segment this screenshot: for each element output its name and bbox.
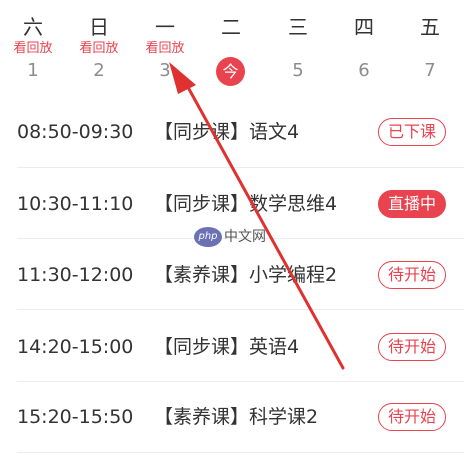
divider (17, 167, 464, 168)
replay-link[interactable]: 看回放 (135, 40, 195, 58)
status-badge[interactable]: 直播中 (378, 190, 446, 218)
day-date: 6 (358, 60, 370, 81)
lesson-time: 10:30-11:10 (17, 193, 134, 215)
day-name: 五 (420, 15, 440, 39)
lesson-time: 14:20-15:00 (17, 336, 134, 358)
day-name: 六 (23, 15, 43, 39)
lesson-title: 【同步课】语文4 (154, 121, 300, 143)
today-badge[interactable]: 今 (216, 57, 245, 86)
day-date: 7 (424, 60, 436, 81)
status-badge[interactable]: 待开始 (378, 261, 446, 289)
lesson-time: 08:50-09:30 (17, 121, 134, 143)
lesson-row[interactable]: 11:30-12:00 【素养课】小学编程2 待开始 (0, 240, 464, 310)
day-date: 5 (292, 60, 304, 81)
day-name: 二 (221, 15, 241, 39)
week-strip: 六 看回放 1 日 看回放 2 一 看回放 3 二 今 三 5 四 6 五 7 (0, 0, 464, 100)
day-name: 一 (155, 15, 175, 39)
lesson-time: 15:20-15:50 (17, 406, 134, 428)
lesson-title: 【素养课】科学课2 (154, 406, 319, 428)
lesson-row[interactable]: 15:20-15:50 【素养课】科学课2 待开始 (0, 382, 464, 452)
lesson-time: 11:30-12:00 (17, 264, 134, 286)
divider (17, 309, 464, 310)
day-name: 四 (354, 15, 374, 39)
lesson-row[interactable]: 14:20-15:00 【同步课】英语4 待开始 (0, 312, 464, 382)
lesson-title: 【素养课】小学编程2 (154, 264, 338, 286)
watermark-text: 中文网 (224, 229, 266, 245)
day-name: 三 (288, 15, 308, 39)
day-date: 1 (27, 60, 39, 81)
day-date: 2 (93, 60, 105, 81)
replay-link[interactable]: 看回放 (3, 40, 63, 58)
divider (17, 452, 464, 453)
lesson-row[interactable]: 08:50-09:30 【同步课】语文4 已下课 (0, 97, 464, 167)
lesson-title: 【同步课】英语4 (154, 336, 300, 358)
replay-link[interactable]: 看回放 (69, 40, 129, 58)
watermark-logo: php (194, 227, 222, 247)
status-badge[interactable]: 已下课 (378, 118, 446, 146)
status-badge[interactable]: 待开始 (378, 333, 446, 361)
day-name: 日 (89, 15, 109, 39)
day-date: 3 (159, 60, 171, 81)
status-badge[interactable]: 待开始 (378, 403, 446, 431)
